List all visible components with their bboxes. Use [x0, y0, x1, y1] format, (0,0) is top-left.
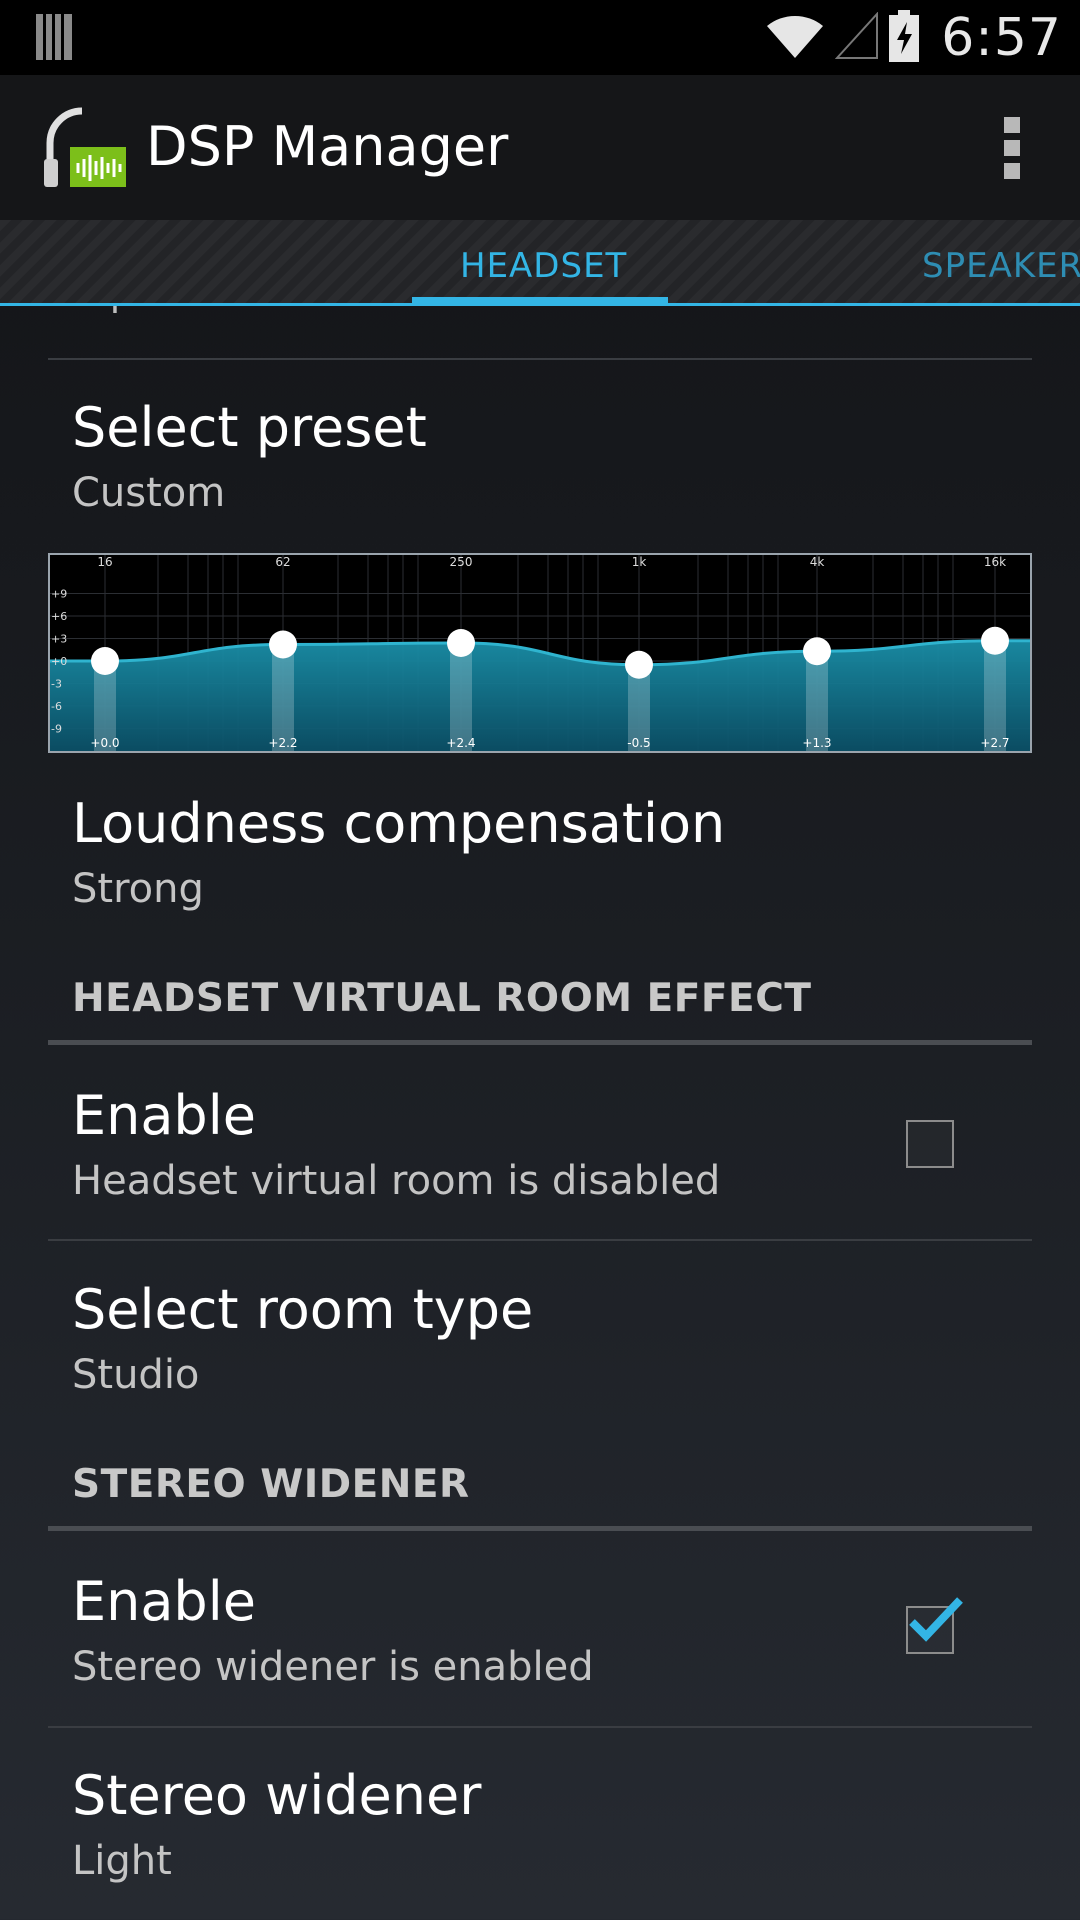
eq-ytick-label: -6 [51, 700, 62, 713]
stereo-widener-level-item[interactable]: Stereo widener Light [72, 1764, 481, 1886]
status-bar: 6:57 [0, 0, 1080, 75]
section-header-divider [48, 1040, 1032, 1045]
tab-bar: HEADSET SPEAKER [0, 220, 1080, 306]
eq-curve-area [48, 640, 1032, 753]
tab-selected-indicator [412, 297, 668, 306]
virtual-room-enable-item[interactable]: Enable Headset virtual room is disabled [72, 1084, 720, 1206]
equalizer-svg: 16 +0.0 62 +2.2 250 +2.4 1k -0.5 4k +1.3 16k +2.7 +… [47, 553, 1032, 753]
eq-freq-label: 4k [810, 555, 825, 569]
eq-band-knob[interactable] [447, 629, 475, 657]
battery-charging-icon [889, 9, 920, 66]
section-header-divider [48, 1526, 1032, 1531]
section-header-virtual-room: HEADSET VIRTUAL ROOM EFFECT [72, 976, 812, 1021]
eq-ytick-label: +9 [51, 588, 67, 601]
eq-band-knob[interactable] [91, 647, 119, 675]
preferences-list[interactable]: Equalizer is enabled Select preset Custo… [0, 306, 1080, 1920]
stereo-widener-title: Stereo widener [72, 1764, 482, 1827]
eq-freq-label: 16k [984, 555, 1006, 569]
stereo-widener-enable-summary: Stereo widener is enabled [72, 1644, 594, 1690]
section-header-stereo-widener: STEREO WIDENER [72, 1462, 470, 1507]
equalizer-graph[interactable]: 16 +0.0 62 +2.2 250 +2.4 1k -0.5 4k +1.3 16k +2.7 +… [47, 553, 1032, 753]
select-preset-summary: Custom [72, 470, 226, 516]
eq-ytick-label: -3 [51, 678, 62, 691]
wifi-icon [765, 12, 825, 64]
tab-speaker[interactable]: SPEAKER [922, 246, 1080, 286]
eq-value-label: +2.7 [980, 736, 1009, 750]
divider [48, 1726, 1032, 1728]
eq-band-knob[interactable] [803, 637, 831, 666]
stereo-widener-enable-title: Enable [72, 1570, 256, 1633]
eq-ytick-label: +0 [51, 655, 67, 668]
eq-value-label: +2.2 [268, 736, 297, 750]
clock: 6:57 [941, 7, 1062, 68]
select-preset-title: Select preset [72, 396, 427, 459]
divider [48, 1239, 1032, 1241]
eq-value-label: +0.0 [90, 736, 119, 750]
room-type-title: Select room type [72, 1278, 534, 1341]
loudness-summary: Strong [72, 866, 204, 912]
action-bar: DSP Manager [0, 75, 1080, 220]
virtual-room-checkbox[interactable] [906, 1120, 954, 1168]
eq-ytick-label: +6 [51, 610, 67, 623]
storage-icon [36, 14, 72, 64]
eq-band-knob[interactable] [269, 630, 297, 659]
divider [48, 358, 1032, 360]
virtual-room-enable-title: Enable [72, 1084, 256, 1147]
eq-ytick-label: +3 [51, 633, 67, 646]
eq-freq-label: 62 [275, 555, 290, 569]
signal-icon [834, 10, 879, 64]
eq-ytick-label: -9 [51, 723, 62, 736]
tab-headset[interactable]: HEADSET [460, 246, 627, 286]
eq-band-knob[interactable] [981, 626, 1009, 655]
eq-value-label: +1.3 [802, 736, 831, 750]
room-type-summary: Studio [72, 1352, 200, 1398]
app-title: DSP Manager [146, 115, 509, 178]
loudness-compensation-item[interactable]: Loudness compensation Strong [72, 792, 725, 914]
check-icon [909, 1597, 963, 1642]
select-preset-item[interactable]: Select preset Custom [72, 396, 427, 518]
eq-value-label: +2.4 [446, 736, 475, 750]
stereo-widener-enable-item[interactable]: Enable Stereo widener is enabled [72, 1570, 594, 1692]
stereo-widener-checkbox[interactable] [906, 1597, 963, 1654]
virtual-room-enable-summary: Headset virtual room is disabled [72, 1158, 721, 1204]
eq-band-knob[interactable] [625, 650, 653, 679]
headphones-app-icon[interactable] [40, 103, 130, 193]
select-room-type-item[interactable]: Select room type Studio [72, 1278, 533, 1400]
stereo-widener-summary: Light [72, 1838, 172, 1884]
eq-freq-label: 1k [632, 555, 647, 569]
equalizer-enable-summary: Equalizer is enabled [72, 306, 455, 314]
loudness-title: Loudness compensation [72, 792, 726, 855]
overflow-menu-icon[interactable] [1004, 117, 1020, 179]
eq-freq-label: 16 [97, 555, 112, 569]
eq-freq-label: 250 [450, 555, 473, 569]
eq-value-label: -0.5 [627, 736, 650, 750]
